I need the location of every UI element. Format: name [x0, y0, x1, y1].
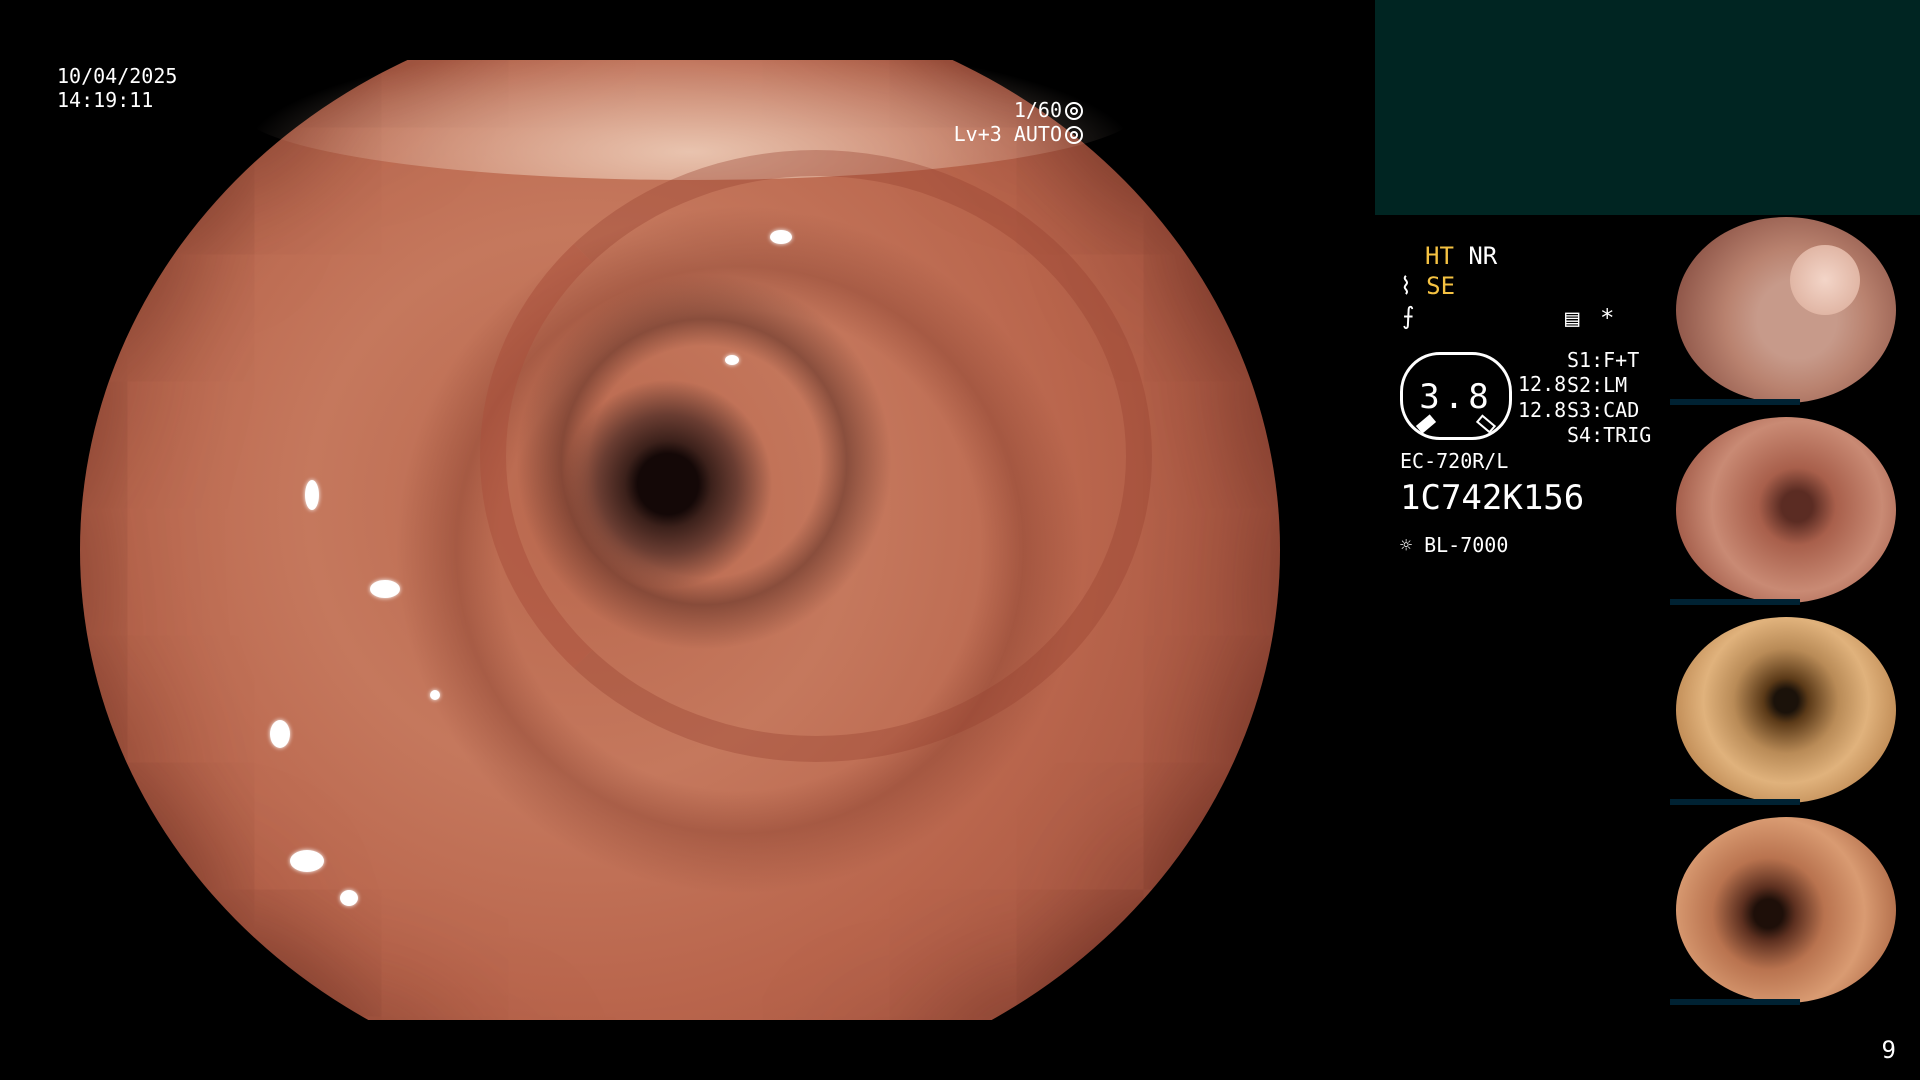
- scope-model: EC-720R/L: [1400, 449, 1509, 473]
- ht-nr-status: HT NR: [1425, 244, 1497, 268]
- nr-label: NR: [1468, 242, 1498, 270]
- thumbnail-image: [1676, 217, 1896, 403]
- settings-icon: ▤: [1565, 304, 1580, 332]
- thumbnail-bar: [1670, 599, 1800, 605]
- se-label: SE: [1426, 272, 1456, 300]
- ht-label: HT: [1425, 242, 1454, 270]
- exposure-level: Lv+3: [953, 122, 1002, 146]
- lamp-icon: ☼: [1400, 533, 1413, 557]
- thumbnail-image: [1676, 617, 1896, 803]
- thumbnail-2[interactable]: [1670, 415, 1920, 605]
- thumbnail-bar: [1670, 799, 1800, 805]
- gauge-value: 3.8: [1419, 377, 1493, 417]
- mucosal-fold: [480, 150, 1152, 762]
- thumbnail-3[interactable]: [1670, 615, 1920, 805]
- switch-list: S1:F+T S2:LM S3:CAD S4:TRIG: [1567, 348, 1651, 448]
- glare-spot: [290, 850, 324, 872]
- glare-spot: [370, 580, 400, 598]
- glare-spot: [430, 690, 440, 700]
- switch-item: S3:CAD: [1567, 398, 1640, 422]
- image-count: 9: [1881, 1036, 1896, 1064]
- exposure-info: 1/60 Lv+3 AUTO: [954, 98, 1083, 146]
- structure-enhance-icon: ⌇: [1400, 272, 1412, 300]
- thumbnail-4[interactable]: [1670, 815, 1920, 1005]
- glare-spot: [770, 230, 792, 244]
- glare-spot: [725, 355, 739, 365]
- switch-item: S1:F+T: [1567, 348, 1640, 372]
- shutter-icon: [1065, 102, 1083, 120]
- exposure-mode: AUTO: [1013, 122, 1062, 146]
- thumbnail-bar: [1670, 999, 1800, 1005]
- date: 10/04/2025: [57, 64, 178, 88]
- auto-exposure-icon: [1065, 126, 1083, 144]
- zoom-gauge: 3.8: [1400, 352, 1512, 440]
- datetime: 10/04/2025 14:19:11: [57, 64, 177, 112]
- light-source: ☼ BL-7000: [1400, 533, 1508, 557]
- thumbnail-polyp: [1790, 245, 1860, 315]
- color-enhance-icon: ⨍: [1402, 302, 1415, 330]
- info-panel-blank: [1375, 0, 1920, 215]
- thumbnail-image: [1676, 817, 1896, 1003]
- switch-item: S4:TRIG: [1567, 423, 1652, 447]
- scope-serial: 1C742K156: [1400, 478, 1585, 518]
- thumbnail-image: [1676, 417, 1896, 603]
- gauge-marker-left: [1415, 414, 1437, 434]
- asterisk-indicator: *: [1600, 304, 1615, 332]
- light-source-label: BL-7000: [1424, 533, 1509, 557]
- glare-spot: [305, 480, 319, 510]
- glare-spot: [270, 720, 290, 748]
- endoscope-view: [70, 60, 1310, 1020]
- time: 14:19:11: [57, 88, 154, 112]
- switch-item: S2:LM: [1567, 373, 1628, 397]
- glare-spot: [340, 890, 358, 906]
- gauge-marker-right: [1475, 414, 1497, 434]
- se-status: ⌇ SE: [1400, 274, 1455, 298]
- thumbnail-1[interactable]: [1670, 215, 1920, 405]
- thumbnail-bar: [1670, 399, 1800, 405]
- gauge-value-top: 12.8: [1518, 372, 1567, 396]
- gauge-value-bottom: 12.8: [1518, 398, 1567, 422]
- shutter-speed: 1/60: [1013, 98, 1062, 122]
